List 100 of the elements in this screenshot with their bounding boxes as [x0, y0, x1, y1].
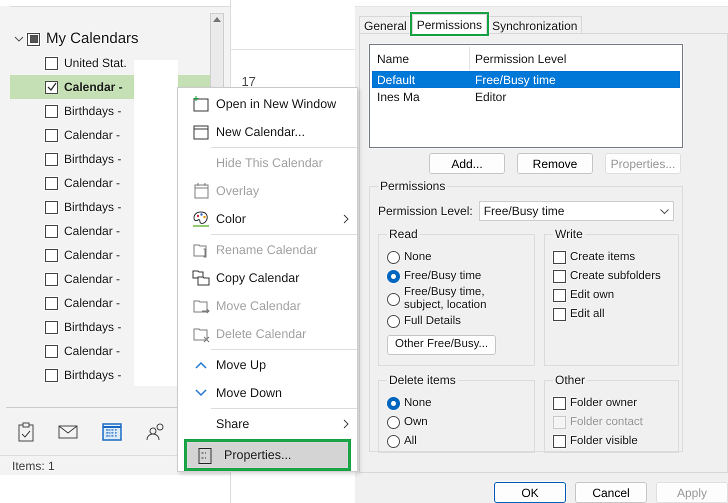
chevron-down-icon: [660, 208, 669, 214]
checkbox-label: Edit all: [570, 306, 605, 322]
day-number: 17: [241, 74, 256, 89]
tab[interactable]: General: [359, 16, 412, 33]
chevron-right-icon: [343, 214, 349, 224]
checkbox[interactable]: [553, 251, 566, 264]
checkbox[interactable]: [553, 289, 566, 302]
list-row[interactable]: Default Free/Busy time: [372, 71, 680, 88]
calendar-label: Birthdays -: [64, 199, 122, 216]
checkbox[interactable]: [45, 56, 58, 70]
people-icon[interactable]: [146, 422, 166, 440]
calendar-label: Calendar -: [64, 79, 123, 96]
checkbox[interactable]: [27, 32, 40, 46]
checkbox-label: Create items: [570, 250, 636, 265]
list-cell-text: Default: [376, 72, 416, 88]
calendar-item[interactable]: United Stat.: [10, 51, 210, 75]
radio-label: Full Details: [404, 315, 462, 328]
checkbox-label: Folder owner: [570, 396, 638, 411]
properties-icon: [196, 446, 214, 464]
radio-label: Own: [404, 414, 428, 430]
new-window-icon: [192, 95, 210, 113]
checkbox[interactable]: [45, 344, 58, 358]
radio-button[interactable]: [387, 270, 400, 283]
calendar-label: Calendar -: [64, 127, 120, 144]
menu-label: Move Calendar: [216, 298, 301, 315]
checkbox[interactable]: [45, 296, 58, 310]
permission-level-dropdown[interactable]: Free/Busy time: [478, 201, 674, 221]
checkbox[interactable]: [45, 128, 58, 142]
list-cell-text: Editor: [474, 88, 508, 106]
menu-item[interactable]: Share: [178, 407, 357, 438]
calendar-label: Calendar -: [64, 271, 120, 288]
radio-button[interactable]: [387, 397, 400, 410]
calendar-label: Calendar -: [64, 295, 120, 312]
field-label: Permission Level:: [378, 203, 473, 220]
radio-label: None: [404, 251, 432, 264]
calendar-label: Birthdays -: [64, 103, 122, 120]
radio-button[interactable]: [387, 315, 400, 328]
calendar-icon: [192, 182, 210, 200]
checkbox[interactable]: [553, 397, 566, 410]
calendar-label: Birthdays -: [64, 151, 122, 168]
calendar-label: Calendar -: [64, 175, 120, 192]
menu-label: Move Up: [216, 356, 266, 374]
chevron-down-icon: [195, 389, 207, 397]
checkbox[interactable]: [45, 272, 58, 286]
checkbox[interactable]: [45, 224, 58, 238]
scroll-up-icon[interactable]: [213, 17, 222, 22]
list-row[interactable]: Ines Ma Editor: [372, 88, 680, 105]
checkbox[interactable]: [45, 248, 58, 262]
checkbox[interactable]: [45, 176, 58, 190]
checkbox[interactable]: [553, 435, 566, 448]
checkbox[interactable]: [45, 152, 58, 166]
radio-button[interactable]: [387, 251, 400, 264]
checkbox[interactable]: [45, 320, 58, 334]
calendar-label: Calendar -: [64, 247, 120, 264]
dialog-button[interactable]: OK: [494, 482, 566, 503]
calendar-icon[interactable]: [102, 422, 122, 441]
tab[interactable]: Synchronization: [487, 16, 582, 33]
mail-icon[interactable]: [58, 424, 78, 438]
task-icon[interactable]: [18, 422, 34, 442]
checkbox[interactable]: [45, 368, 58, 382]
menu-label: Delete Calendar: [216, 326, 306, 343]
dialog-button[interactable]: Add...: [429, 153, 505, 174]
calendar-label: Birthdays -: [64, 367, 122, 384]
checkbox[interactable]: [45, 104, 58, 118]
menu-label: Overlay: [216, 182, 260, 200]
chevron-right-icon: [343, 419, 349, 429]
chevron-down-icon[interactable]: [14, 36, 24, 42]
menu-item[interactable]: Properties...: [186, 441, 349, 469]
calendar-label: United Stat.: [64, 55, 127, 72]
checkbox-label: Folder contact: [570, 414, 643, 430]
calendar-icon: [192, 123, 210, 141]
column-header[interactable]: Permission Level: [470, 47, 572, 71]
other-free-busy-button[interactable]: Other Free/Busy...: [387, 334, 496, 355]
checkbox-label: Create subfolders: [570, 268, 661, 284]
radio-label: All: [404, 434, 417, 449]
radio-label: None: [404, 396, 432, 411]
tab[interactable]: Permissions: [412, 14, 488, 34]
menu-label: Open in New Window: [216, 96, 336, 113]
copy-folder-icon: [192, 269, 210, 287]
list-cell-text: Ines Ma: [376, 88, 421, 106]
radio-label: Free/Busy time: [404, 270, 482, 283]
calendar-label: Calendar -: [64, 343, 120, 360]
checkbox[interactable]: [553, 308, 566, 321]
calendar-label: Birthdays -: [64, 319, 122, 336]
menu-label: Copy Calendar: [216, 270, 300, 287]
checkbox[interactable]: [45, 200, 58, 214]
chevron-up-icon: [195, 361, 207, 369]
radio-button[interactable]: [387, 435, 400, 448]
checkbox[interactable]: [553, 270, 566, 283]
group-label[interactable]: My Calendars: [46, 28, 139, 50]
menu-label: Rename Calendar: [216, 242, 318, 259]
radio-label: Free/Busy time, subject, location: [404, 286, 488, 312]
dialog-button[interactable]: Cancel: [575, 482, 647, 503]
dialog-button[interactable]: Remove: [517, 153, 593, 174]
calendar-label: Calendar -: [64, 223, 120, 240]
radio-button[interactable]: [387, 416, 400, 429]
list-cell-text: Free/Busy time: [474, 72, 557, 88]
checkbox[interactable]: [45, 80, 58, 94]
radio-button[interactable]: [387, 292, 400, 306]
menu-label: Color: [216, 210, 246, 228]
